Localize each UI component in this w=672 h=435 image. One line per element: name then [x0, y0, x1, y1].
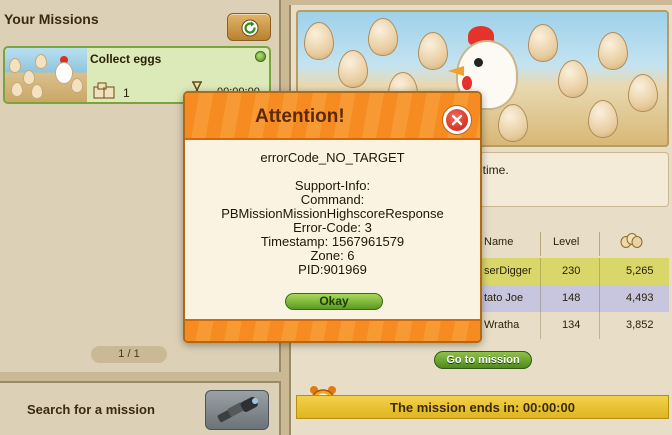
close-button[interactable]: [442, 105, 472, 135]
search-mission-button[interactable]: [205, 390, 269, 430]
error-code-text: errorCode_NO_TARGET: [260, 150, 405, 165]
row-name: tato Joe: [484, 292, 524, 304]
command-value: PBMissionMissionHighscoreResponse: [221, 206, 444, 221]
dialog-title: Attention!: [255, 106, 345, 127]
mission-end-bar: The mission ends in: 00:00:00: [296, 395, 669, 419]
dialog-footer: [185, 319, 480, 341]
col-level: Level: [553, 236, 580, 248]
pagination: 1 / 1: [91, 346, 167, 363]
spyglass-icon: [217, 396, 258, 423]
support-info-label: Support-Info:: [294, 178, 371, 193]
go-to-mission-button[interactable]: Go to mission: [434, 351, 532, 369]
players-icon: [93, 82, 115, 99]
dialog-header: Attention!: [185, 93, 480, 140]
error-code-value: Error-Code: 3: [293, 220, 372, 235]
command-label: Command:: [300, 192, 365, 207]
timestamp-value: Timestamp: 1567961579: [260, 234, 405, 249]
pid-value: PID:901969: [298, 262, 367, 277]
missions-title: Your Missions: [4, 11, 99, 27]
row-eggs: 3,852: [626, 319, 654, 331]
search-mission-label: Search for a mission: [27, 402, 155, 417]
close-icon: [451, 114, 463, 126]
refresh-button[interactable]: [227, 13, 271, 41]
dialog-body: errorCode_NO_TARGET Support-Info: Comman…: [185, 151, 480, 277]
zone-value: Zone: 6: [310, 248, 355, 263]
hen-icon: [55, 62, 73, 84]
error-dialog: Attention! errorCode_NO_TARGET Support-I…: [183, 91, 482, 343]
row-eggs: 5,265: [626, 265, 654, 277]
mission-player-count: 1: [123, 86, 130, 100]
row-level: 134: [562, 319, 581, 331]
missions-header: Your Missions: [0, 0, 281, 41]
refresh-icon: [241, 19, 259, 37]
okay-button[interactable]: Okay: [285, 293, 383, 310]
row-name: serDigger: [484, 265, 532, 277]
row-level: 230: [562, 265, 581, 277]
mission-name: Collect eggs: [90, 52, 162, 66]
mission-status-icon: [255, 51, 266, 62]
mission-end-text: The mission ends in: 00:00:00: [390, 400, 575, 415]
mission-thumbnail: [5, 48, 87, 102]
row-eggs: 4,493: [626, 292, 654, 304]
col-name: Name: [484, 236, 514, 248]
row-level: 148: [562, 292, 581, 304]
search-mission-bar[interactable]: Search for a mission: [0, 381, 281, 435]
eggs-icon: [620, 233, 643, 248]
row-name: Wratha: [484, 319, 520, 331]
